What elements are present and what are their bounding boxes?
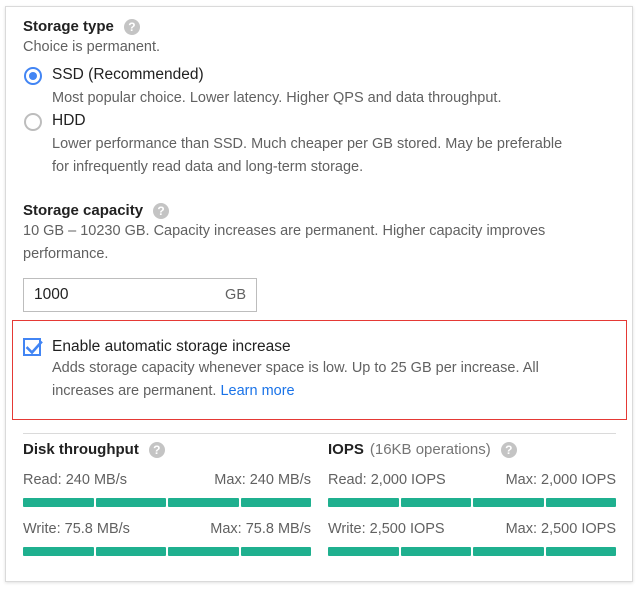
iops-read-max: Max: 2,000 IOPS: [505, 472, 616, 488]
iops-title-extra: (16KB operations): [369, 441, 491, 458]
bar-segment: [95, 547, 166, 556]
learn-more-link[interactable]: Learn more: [220, 383, 294, 399]
help-icon[interactable]: ?: [123, 18, 140, 35]
checkmark-icon: [25, 340, 43, 355]
bar-segment: [473, 547, 544, 556]
disk-throughput-title: Disk throughput: [23, 441, 139, 458]
storage-capacity-title: Storage capacity: [23, 202, 144, 219]
disk-read-row: Read: 240 MB/s Max: 240 MB/s: [23, 472, 311, 488]
bar-segment: [400, 547, 471, 556]
bar-segment: [400, 498, 471, 507]
bar-segment: [23, 547, 94, 556]
iops-read-label: Read: 2,000 IOPS: [328, 472, 446, 488]
storage-type-title: Storage type: [23, 18, 114, 35]
iops-read-row: Read: 2,000 IOPS Max: 2,000 IOPS: [328, 472, 616, 488]
disk-read-max: Max: 240 MB/s: [214, 472, 311, 488]
capacity-unit: GB: [225, 287, 246, 303]
disk-write-label: Write: 75.8 MB/s: [23, 521, 130, 537]
radio-ssd[interactable]: [24, 67, 42, 85]
bar-segment: [328, 547, 399, 556]
hdd-description-line2: for infrequently read data and long-term…: [52, 159, 364, 175]
iops-heading: IOPS (16KB operations) ?: [328, 441, 517, 458]
radio-hdd[interactable]: [24, 113, 42, 131]
storage-type-heading: Storage type ?: [23, 18, 140, 35]
disk-write-row: Write: 75.8 MB/s Max: 75.8 MB/s: [23, 521, 311, 537]
iops-write-label: Write: 2,500 IOPS: [328, 521, 445, 537]
disk-throughput-heading: Disk throughput ?: [23, 441, 165, 458]
iops-write-row: Write: 2,500 IOPS Max: 2,500 IOPS: [328, 521, 616, 537]
hdd-label[interactable]: HDD: [52, 112, 86, 130]
auto-increase-checkbox[interactable]: [23, 338, 43, 356]
auto-increase-label[interactable]: Enable automatic storage increase: [52, 338, 291, 356]
bar-segment: [545, 498, 616, 507]
disk-read-bar: [23, 498, 311, 507]
bar-segment: [240, 498, 311, 507]
disk-read-label: Read: 240 MB/s: [23, 472, 127, 488]
hdd-description-line1: Lower performance than SSD. Much cheaper…: [52, 136, 563, 152]
iops-write-max: Max: 2,500 IOPS: [505, 521, 616, 537]
auto-increase-description-line2: increases are permanent. Learn more: [52, 380, 295, 403]
iops-write-bar: [328, 547, 616, 556]
help-icon[interactable]: ?: [500, 441, 517, 458]
help-icon[interactable]: ?: [153, 202, 170, 219]
disk-write-bar: [23, 547, 311, 556]
auto-increase-description-line1: Adds storage capacity whenever space is …: [52, 360, 539, 376]
bar-segment: [95, 498, 166, 507]
storage-capacity-heading: Storage capacity ?: [23, 202, 170, 219]
ssd-label[interactable]: SSD (Recommended): [52, 66, 204, 84]
capacity-description-line1: 10 GB – 10230 GB. Capacity increases are…: [23, 223, 546, 239]
bar-segment: [545, 547, 616, 556]
bar-segment: [328, 498, 399, 507]
bar-segment: [23, 498, 94, 507]
bar-segment: [168, 547, 239, 556]
help-icon[interactable]: ?: [148, 441, 165, 458]
disk-write-max: Max: 75.8 MB/s: [210, 521, 311, 537]
iops-title: IOPS: [328, 441, 364, 458]
capacity-field[interactable]: GB: [23, 278, 257, 312]
iops-read-bar: [328, 498, 616, 507]
capacity-description-line2: performance.: [23, 246, 109, 262]
bar-segment: [240, 547, 311, 556]
auto-increase-description-text: increases are permanent.: [52, 383, 217, 399]
divider: [23, 433, 616, 434]
storage-type-subtitle: Choice is permanent.: [23, 39, 161, 55]
capacity-input[interactable]: [34, 286, 184, 304]
bar-segment: [473, 498, 544, 507]
bar-segment: [168, 498, 239, 507]
ssd-description: Most popular choice. Lower latency. High…: [52, 90, 502, 106]
